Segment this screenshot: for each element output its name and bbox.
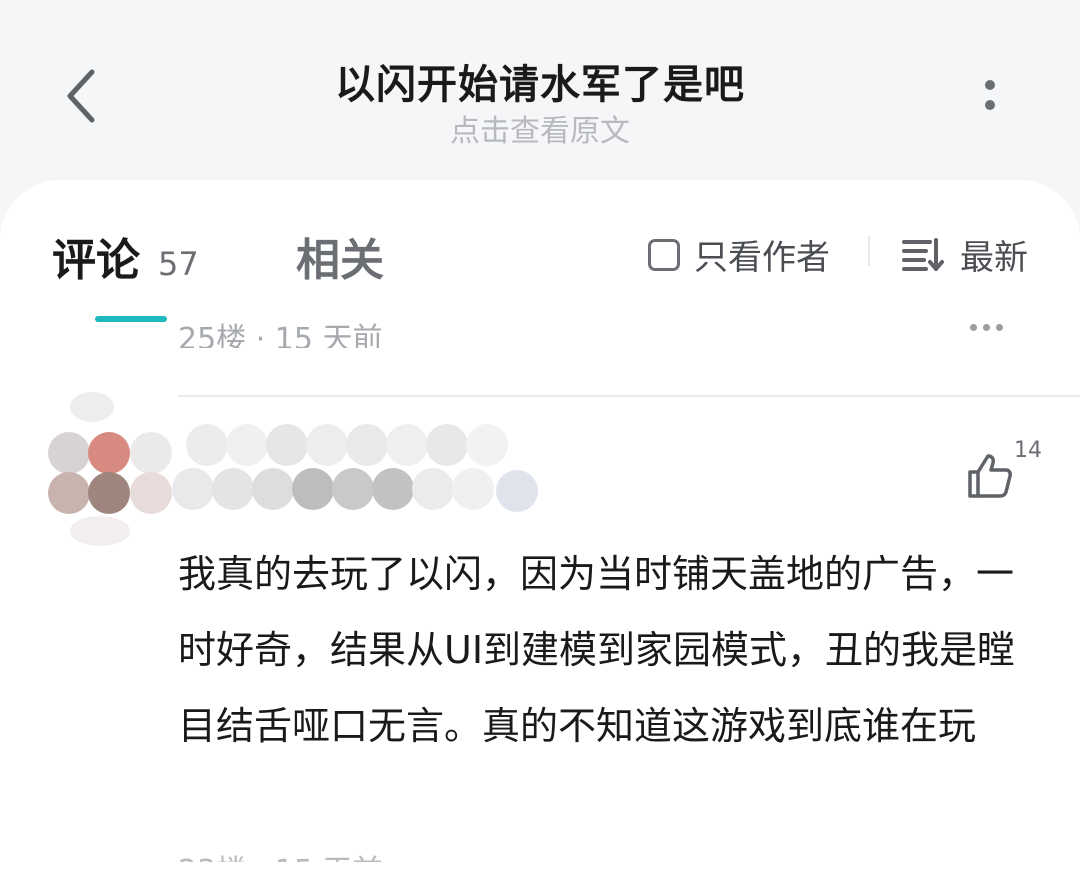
author-only-label: 只看作者	[694, 238, 830, 278]
comments-count: 57	[158, 245, 199, 283]
author-only-toggle[interactable]: 只看作者	[648, 230, 830, 279]
sort-button[interactable]: 最新	[902, 230, 1028, 279]
active-tab-indicator	[95, 316, 167, 322]
page-title: 以闪开始请水军了是吧	[335, 62, 745, 108]
user-info-blurred	[172, 468, 552, 512]
sort-icon	[902, 237, 944, 271]
avatar[interactable]	[46, 388, 176, 558]
top-bar: 以闪开始请水军了是吧 点击查看原文	[0, 0, 1080, 180]
comment-divider	[178, 395, 1080, 397]
sort-label: 最新	[960, 238, 1028, 278]
horizontal-dots-icon	[970, 324, 977, 331]
like-count: 14	[1014, 438, 1042, 463]
tab-comments[interactable]: 评论 57	[52, 224, 199, 288]
tab-comments-label: 评论	[52, 235, 140, 286]
filter-divider	[868, 236, 870, 266]
tab-related-label: 相关	[296, 235, 384, 286]
comments-panel: 评论 57 相关 只看作者 最新 25楼 · 15 天前 14 我真的去玩了以闪…	[0, 180, 1080, 880]
thumbs-up-icon	[968, 454, 1012, 498]
username-blurred[interactable]	[186, 424, 526, 466]
vertical-dots-icon	[985, 80, 995, 90]
tab-related[interactable]: 相关	[296, 224, 384, 288]
more-options-button[interactable]	[970, 70, 1010, 120]
comment-more-button[interactable]	[970, 324, 1003, 331]
comment-body: 我真的去玩了以闪，因为当时铺天盖地的广告，一时好奇，结果从UI到建模到家园模式，…	[178, 552, 1016, 748]
like-button[interactable]: 14	[966, 438, 1046, 502]
checkbox-icon[interactable]	[648, 238, 680, 271]
comment-meta: 23楼 · 15 天前	[178, 846, 383, 862]
view-original-link[interactable]: 点击查看原文	[0, 106, 1080, 150]
previous-comment-meta: 25楼 · 15 天前	[178, 322, 383, 348]
